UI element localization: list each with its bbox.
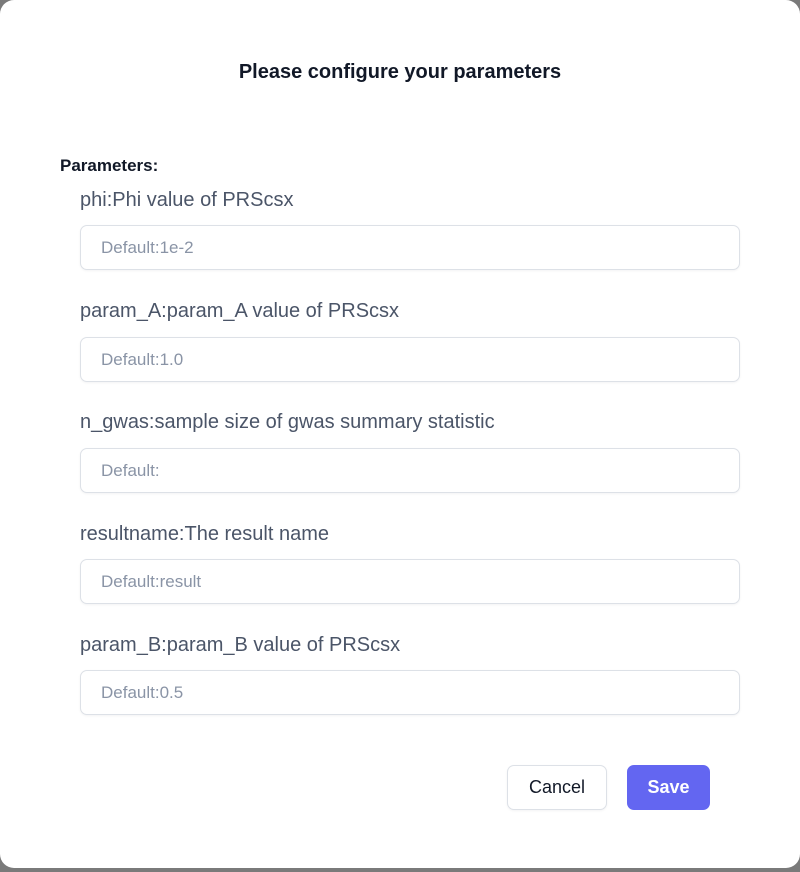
field-label-param-a: param_A:param_A value of PRScsx (80, 300, 400, 322)
field-label-param-b: param_B:param_B value of PRScsx (80, 634, 401, 656)
field-label-n-gwas: n_gwas:sample size of gwas summary stati… (80, 411, 495, 433)
cancel-button[interactable]: Cancel (507, 765, 607, 810)
resultname-input[interactable] (80, 559, 740, 604)
parameters-section-label: Parameters: (60, 156, 159, 175)
dialog-title: Please configure your parameters (238, 61, 562, 83)
n-gwas-input[interactable] (80, 448, 740, 493)
phi-input[interactable] (80, 225, 740, 270)
param-a-input[interactable] (80, 337, 740, 382)
param-b-input[interactable] (80, 670, 740, 715)
field-label-resultname: resultname:The result name (80, 523, 330, 545)
save-button[interactable]: Save (627, 765, 710, 810)
configure-parameters-dialog: Please configure your parameters Paramet… (0, 0, 800, 868)
field-label-phi: phi:Phi value of PRScsx (80, 189, 294, 211)
